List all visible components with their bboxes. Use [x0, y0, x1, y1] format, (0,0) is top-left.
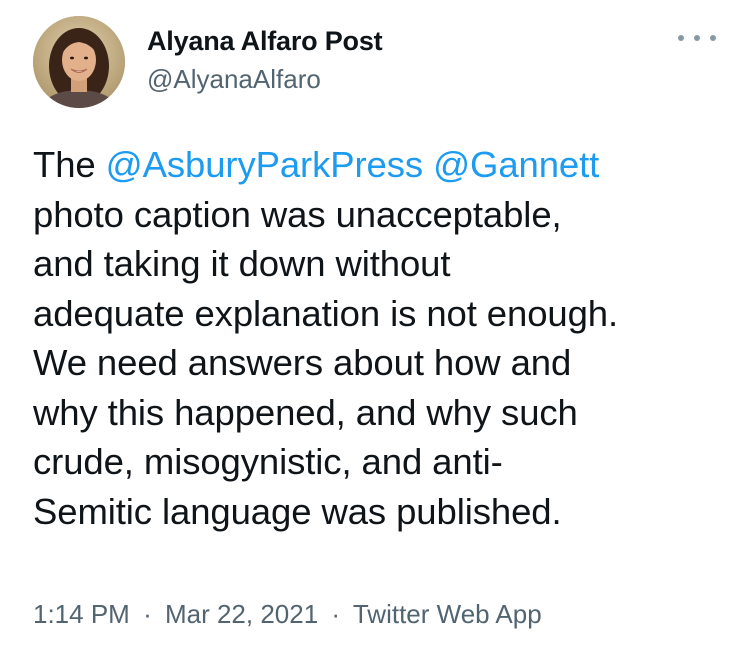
avatar[interactable] [33, 16, 125, 108]
tweet-text-line: We need answers about how and [33, 338, 733, 388]
mention-link[interactable]: @AsburyParkPress [106, 144, 424, 185]
tweet-text-segment: Semitic language was published. [33, 490, 562, 532]
more-horizontal-icon [678, 35, 684, 41]
separator: · [331, 599, 341, 629]
tweet-time[interactable]: 1:14 PM [33, 599, 130, 629]
tweet-text-segment: and taking it down without [33, 243, 451, 284]
tweet-text: The @AsburyParkPress @Gannett photo capti… [33, 140, 733, 536]
tweet-text-line: Semitic language was published. [33, 487, 733, 537]
tweet-text-segment [423, 144, 433, 185]
tweet-metadata: 1:14 PM · Mar 22, 2021 · Twitter Web App [33, 599, 542, 630]
author-display-name[interactable]: Alyana Alfaro Post [147, 26, 383, 57]
tweet-text-segment: The [33, 144, 106, 185]
avatar-image [33, 16, 125, 108]
more-horizontal-icon [694, 35, 700, 41]
tweet-date[interactable]: Mar 22, 2021 [165, 599, 318, 629]
tweet-text-segment: We need answers about how and [33, 342, 572, 383]
tweet-text-segment: why this happened, and why such [33, 391, 578, 433]
tweet-header: Alyana Alfaro Post @AlyanaAlfaro [30, 16, 720, 116]
tweet-text-segment: crude, misogynistic, and anti- [33, 441, 503, 482]
separator: · [143, 599, 152, 629]
tweet-card: Alyana Alfaro Post @AlyanaAlfaro The @As… [0, 0, 750, 661]
tweet-text-line: and taking it down without [33, 239, 733, 289]
tweet-text-line: crude, misogynistic, and anti- [33, 437, 733, 487]
tweet-text-line: why this happened, and why such [33, 388, 733, 438]
tweet-text-segment: photo caption was unacceptable, [33, 193, 562, 235]
tweet-source[interactable]: Twitter Web App [353, 599, 542, 629]
tweet-text-line: adequate explanation is not enough. [33, 289, 733, 339]
more-options-button[interactable] [678, 28, 716, 48]
author-handle[interactable]: @AlyanaAlfaro [147, 64, 321, 95]
tweet-text-line: photo caption was unacceptable, [33, 190, 733, 240]
tweet-text-line: The @AsburyParkPress @Gannett [33, 140, 733, 190]
tweet-text-segment: adequate explanation is not enough. [33, 292, 619, 334]
more-horizontal-icon [710, 35, 716, 41]
mention-link[interactable]: @Gannett [433, 144, 599, 185]
